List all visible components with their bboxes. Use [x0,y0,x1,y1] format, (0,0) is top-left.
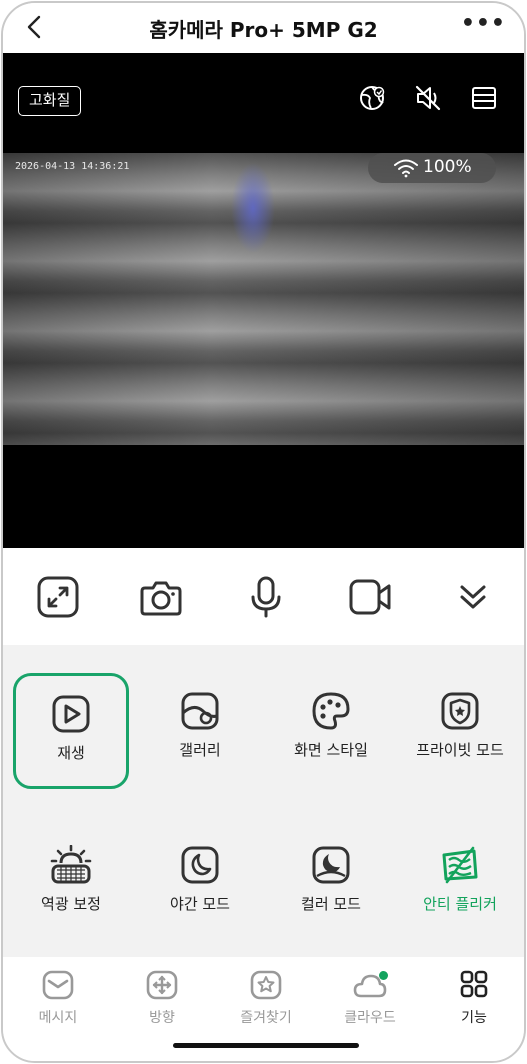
layout-icon[interactable] [469,83,499,113]
function-label: 안티 플리커 [423,895,497,913]
home-indicator[interactable] [173,1043,359,1048]
function-grid: 재생 갤러리 화면 스타일 프라이빗 모드 역광 보정 야간 모드 컬러 모드 … [3,645,524,957]
nav-item-favorite[interactable]: 즐겨찾기 [221,969,311,1027]
video-record-icon [349,579,391,615]
function-backlight[interactable]: 역광 보정 [11,845,131,955]
signal-label: 100% [423,157,472,177]
function-color-mode[interactable]: 컬러 모드 [271,845,391,955]
screenshot-button[interactable] [139,575,183,619]
control-bar [3,548,524,645]
nav-label: 클라우드 [344,1010,396,1026]
header: 홈카메라 Pro+ 5MP G2 ••• [3,3,524,53]
microphone-icon [251,576,281,618]
camera-feed[interactable]: 2026-04-13 14:36:21 100% [3,153,524,445]
function-private-mode[interactable]: 프라이빗 모드 [400,691,520,801]
more-options-button[interactable]: ••• [461,11,506,36]
signal-status: 100% [368,153,496,183]
function-label: 재생 [57,744,85,762]
nav-label: 방향 [149,1010,175,1026]
nav-label: 기능 [461,1010,487,1026]
collapse-button[interactable] [451,575,495,619]
backlight-icon [50,845,92,884]
play-icon [52,695,90,733]
bottom-nav: 메시지 방향 즐겨찾기 클라우드 기능 [3,957,524,1061]
favorite-icon [250,970,282,1000]
function-night-mode[interactable]: 야간 모드 [140,845,260,955]
message-icon [42,970,74,1000]
moon-icon [181,846,219,884]
color-mode-icon [312,846,350,884]
function-label: 컬러 모드 [301,895,361,913]
nav-item-features[interactable]: 기능 [429,969,519,1027]
gallery-icon [181,692,219,730]
fullscreen-icon [37,576,79,618]
nav-label: 즐겨찾기 [240,1010,292,1026]
fullscreen-button[interactable] [36,575,80,619]
nav-item-direction[interactable]: 방향 [117,969,207,1027]
page-title: 홈카메라 Pro+ 5MP G2 [149,18,378,42]
globe-icon[interactable] [357,83,387,113]
nav-label: 메시지 [38,1010,78,1026]
function-playback[interactable]: 재생 [13,673,129,789]
camera-icon [140,581,182,616]
quality-button[interactable]: 고화질 [18,86,82,116]
function-label: 갤러리 [179,741,221,759]
video-timestamp: 2026-04-13 14:36:21 [15,161,130,172]
function-label: 프라이빗 모드 [416,741,504,759]
palette-icon [312,692,350,730]
nav-item-cloud[interactable]: 클라우드 [325,969,415,1027]
function-label: 야간 모드 [170,895,230,913]
function-gallery[interactable]: 갤러리 [140,691,260,801]
function-label: 역광 보정 [41,895,101,913]
grid-icon [460,970,488,998]
function-screen-style[interactable]: 화면 스타일 [271,691,391,801]
microphone-button[interactable] [244,575,288,619]
wifi-icon [394,159,418,178]
nav-item-message[interactable]: 메시지 [13,969,103,1027]
cloud-badge [379,971,388,980]
direction-icon [146,970,178,1000]
mute-icon[interactable] [413,83,443,113]
shield-icon [441,692,479,730]
anti-flicker-icon [442,846,478,884]
phone-frame: 홈카메라 Pro+ 5MP G2 ••• 고화질 2026-04-13 14:3… [1,1,526,1063]
live-video-area[interactable]: 고화질 2026-04-13 14:36:21 100% [3,53,524,548]
chevron-double-down-icon [460,585,486,609]
record-button[interactable] [348,575,392,619]
function-label: 화면 스타일 [294,741,368,759]
function-anti-flicker[interactable]: 안티 플리커 [400,845,520,955]
